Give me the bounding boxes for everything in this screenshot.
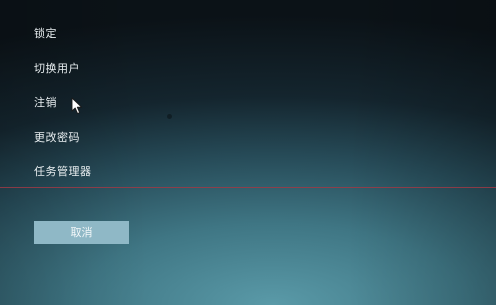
menu-item-label: 任务管理器 <box>34 165 92 178</box>
arrow-cursor-icon <box>71 97 83 114</box>
menu-item-switch-user[interactable]: 切换用户 <box>34 61 92 96</box>
menu-item-label: 注销 <box>34 96 57 109</box>
menu-item-lock[interactable]: 锁定 <box>34 26 92 61</box>
menu-item-label: 锁定 <box>34 27 57 40</box>
cancel-button[interactable]: 取消 <box>34 221 129 244</box>
menu-item-change-password[interactable]: 更改密码 <box>34 130 92 165</box>
menu-item-label: 切换用户 <box>34 61 80 75</box>
screen-smudge <box>167 114 172 119</box>
divider-line <box>0 187 496 188</box>
menu-item-label: 更改密码 <box>34 130 80 144</box>
menu-item-task-manager[interactable]: 任务管理器 <box>34 164 92 199</box>
